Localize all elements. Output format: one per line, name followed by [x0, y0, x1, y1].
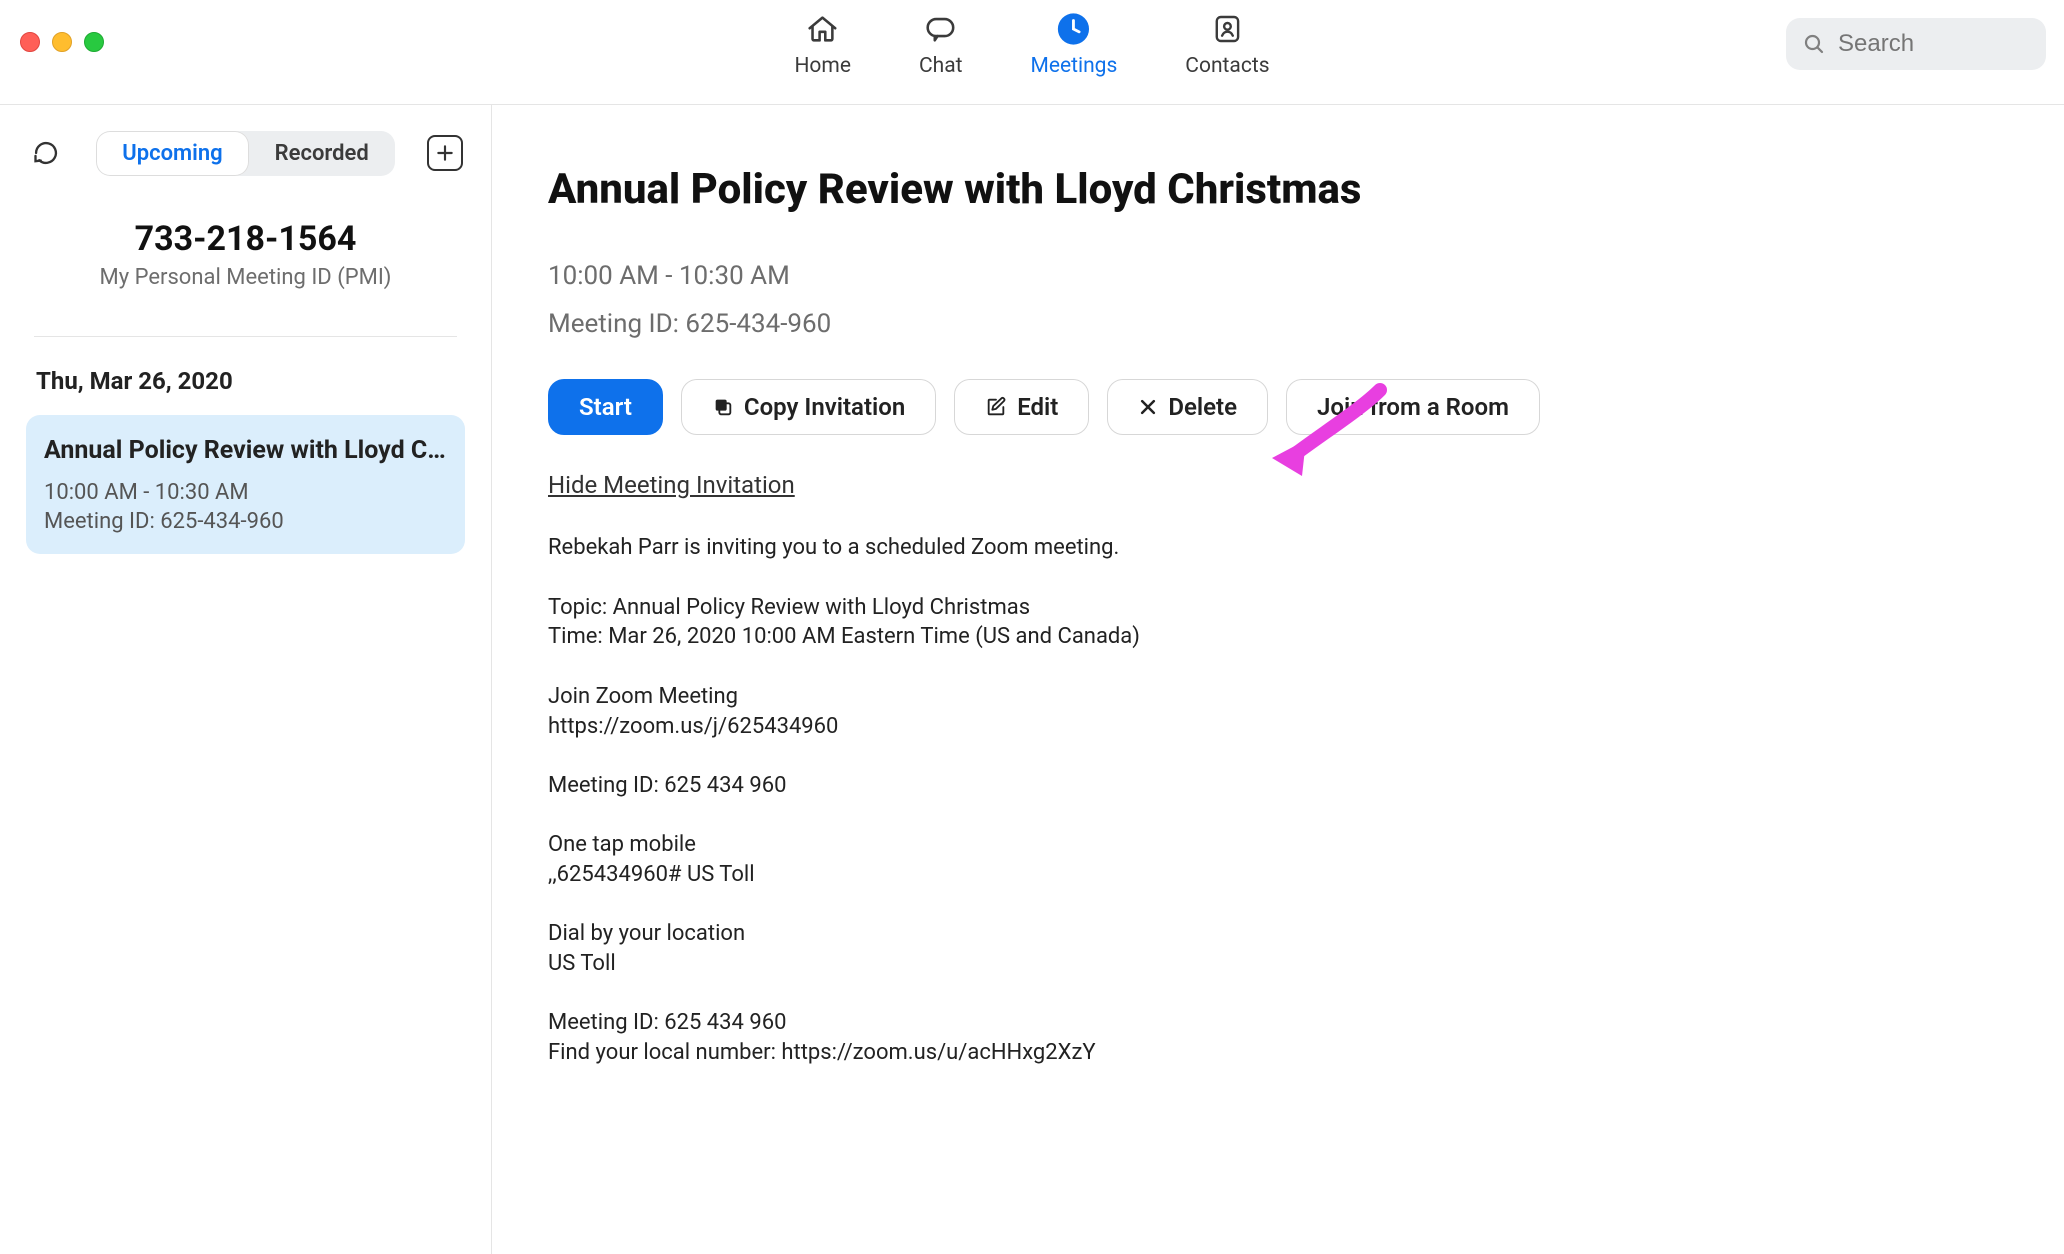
contacts-icon: [1211, 10, 1243, 48]
segment-upcoming[interactable]: Upcoming: [96, 131, 248, 176]
join-from-room-button[interactable]: Join from a Room: [1286, 379, 1540, 435]
search-icon: [1802, 32, 1826, 56]
window-close-button[interactable]: [20, 32, 40, 52]
copy-invitation-label: Copy Invitation: [744, 393, 905, 421]
meeting-time: 10:00 AM - 10:30 AM: [548, 261, 2004, 291]
nav-tab-meetings[interactable]: Meetings: [1030, 10, 1117, 78]
meeting-item-time: 10:00 AM - 10:30 AM: [44, 480, 447, 505]
meetings-filter-segment: Upcoming Recorded: [96, 131, 394, 176]
pmi-block[interactable]: 733-218-1564 My Personal Meeting ID (PMI…: [0, 219, 491, 318]
close-icon: [1138, 397, 1158, 417]
nav-tab-contacts-label: Contacts: [1185, 54, 1269, 78]
chat-icon: [924, 10, 958, 48]
add-meeting-button[interactable]: [427, 135, 463, 171]
nav-tab-chat[interactable]: Chat: [919, 10, 963, 78]
join-from-room-label: Join from a Room: [1317, 393, 1509, 421]
search-input[interactable]: [1838, 30, 2030, 58]
edit-button[interactable]: Edit: [954, 379, 1089, 435]
window-maximize-button[interactable]: [84, 32, 104, 52]
meeting-list-item[interactable]: Annual Policy Review with Lloyd Chri... …: [26, 415, 465, 554]
pmi-number: 733-218-1564: [20, 219, 471, 259]
search-box[interactable]: [1786, 18, 2046, 70]
segment-recorded[interactable]: Recorded: [249, 131, 395, 176]
delete-button[interactable]: Delete: [1107, 379, 1268, 435]
title-bar: Home Chat Meetings Contacts: [0, 0, 2064, 105]
edit-icon: [985, 396, 1007, 418]
meeting-id: Meeting ID: 625-434-960: [548, 309, 2004, 339]
pmi-label: My Personal Meeting ID (PMI): [20, 265, 471, 290]
start-button-label: Start: [579, 393, 632, 421]
start-button[interactable]: Start: [548, 379, 663, 435]
meeting-item-id: Meeting ID: 625-434-960: [44, 509, 447, 534]
meeting-title: Annual Policy Review with Lloyd Christma…: [548, 165, 2004, 215]
copy-icon: [712, 396, 734, 418]
nav-tab-chat-label: Chat: [919, 54, 963, 78]
window-minimize-button[interactable]: [52, 32, 72, 52]
refresh-button[interactable]: [28, 135, 64, 171]
copy-invitation-button[interactable]: Copy Invitation: [681, 379, 936, 435]
nav-tab-home[interactable]: Home: [794, 10, 851, 78]
main-nav: Home Chat Meetings Contacts: [794, 10, 1269, 78]
main-panel: Annual Policy Review with Lloyd Christma…: [492, 105, 2064, 1254]
action-row: Start Copy Invitation Edit: [548, 379, 2004, 435]
invitation-text: Rebekah Parr is inviting you to a schedu…: [548, 533, 2004, 1067]
sidebar: Upcoming Recorded 733-218-1564 My Person…: [0, 105, 492, 1254]
clock-icon: [1057, 10, 1091, 48]
date-header: Thu, Mar 26, 2020: [0, 337, 491, 415]
window-controls: [20, 32, 104, 52]
meeting-item-title: Annual Policy Review with Lloyd Chri...: [44, 435, 447, 468]
nav-tab-meetings-label: Meetings: [1030, 54, 1117, 78]
home-icon: [806, 10, 840, 48]
refresh-icon: [32, 139, 60, 167]
hide-invitation-link[interactable]: Hide Meeting Invitation: [548, 471, 795, 499]
nav-tab-home-label: Home: [794, 54, 851, 78]
edit-button-label: Edit: [1017, 393, 1058, 421]
delete-button-label: Delete: [1168, 393, 1237, 421]
plus-icon: [435, 143, 455, 163]
nav-tab-contacts[interactable]: Contacts: [1185, 10, 1269, 78]
